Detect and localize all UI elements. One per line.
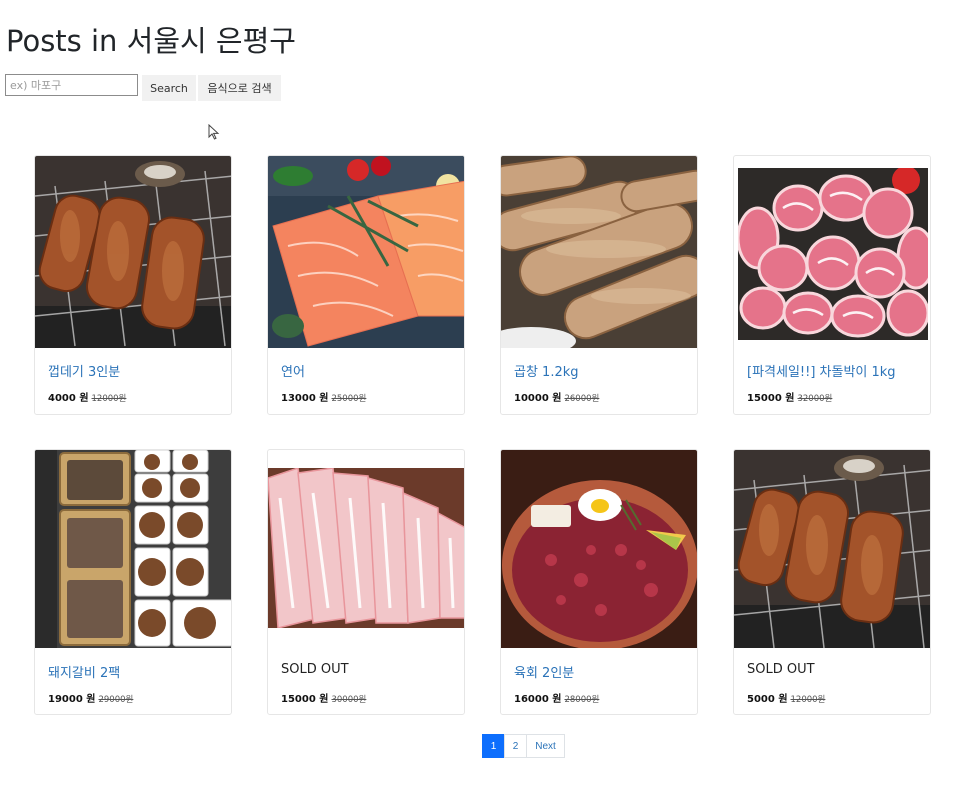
post-title[interactable]: 돼지갈비 2팩 bbox=[48, 662, 120, 681]
price-row: 15000 원 30000원 bbox=[281, 690, 366, 705]
price-row: 10000 원 26000원 bbox=[514, 389, 599, 404]
post-title[interactable]: SOLD OUT bbox=[281, 662, 349, 677]
post-card[interactable]: 돼지갈비 2팩 19000 원 29000원 bbox=[34, 449, 232, 715]
post-image[interactable] bbox=[501, 156, 697, 348]
sale-price: 5000 원 bbox=[747, 694, 788, 705]
sale-price: 13000 원 bbox=[281, 393, 329, 404]
post-card[interactable]: [파격세일!!] 차돌박이 1kg 15000 원 32000원 bbox=[733, 155, 931, 415]
post-title[interactable]: 곱창 1.2kg bbox=[514, 361, 579, 380]
original-price: 32000원 bbox=[797, 394, 833, 404]
price-row: 16000 원 28000원 bbox=[514, 690, 599, 705]
sale-price: 16000 원 bbox=[514, 694, 562, 705]
food-search-button[interactable]: 음식으로 검색 bbox=[198, 75, 281, 101]
sale-price: 10000 원 bbox=[514, 393, 562, 404]
post-image[interactable] bbox=[738, 168, 928, 340]
post-card[interactable]: 곱창 1.2kg 10000 원 26000원 bbox=[500, 155, 698, 415]
original-price: 12000원 bbox=[91, 394, 127, 404]
price-row: 15000 원 32000원 bbox=[747, 389, 832, 404]
post-card[interactable]: 육회 2인분 16000 원 28000원 bbox=[500, 449, 698, 715]
arrow-cursor-icon bbox=[208, 124, 220, 140]
page-1-link[interactable]: 1 bbox=[482, 734, 505, 758]
price-row: 19000 원 29000원 bbox=[48, 690, 133, 705]
sale-price: 15000 원 bbox=[281, 694, 329, 705]
sale-price: 19000 원 bbox=[48, 694, 96, 705]
post-image[interactable] bbox=[35, 156, 231, 348]
price-row: 5000 원 12000원 bbox=[747, 690, 825, 705]
post-image[interactable] bbox=[268, 468, 464, 628]
original-price: 25000원 bbox=[331, 394, 367, 404]
post-title[interactable]: [파격세일!!] 차돌박이 1kg bbox=[747, 361, 896, 380]
next-page-link[interactable]: Next bbox=[526, 734, 565, 758]
original-price: 29000원 bbox=[98, 695, 134, 705]
original-price: 12000원 bbox=[790, 695, 826, 705]
search-button[interactable]: Search bbox=[142, 75, 196, 101]
post-title[interactable]: SOLD OUT bbox=[747, 662, 815, 677]
page-title: Posts in 서울시 은평구 bbox=[6, 24, 296, 58]
post-image[interactable] bbox=[734, 450, 930, 648]
page-2-link[interactable]: 2 bbox=[504, 734, 527, 758]
pagination: 1 2 Next bbox=[482, 734, 565, 758]
post-card[interactable]: 연어 13000 원 25000원 bbox=[267, 155, 465, 415]
post-title[interactable]: 껍데기 3인분 bbox=[48, 361, 120, 380]
post-title[interactable]: 육회 2인분 bbox=[514, 662, 574, 681]
post-image[interactable] bbox=[35, 450, 231, 648]
post-title[interactable]: 연어 bbox=[281, 361, 305, 380]
post-card[interactable]: SOLD OUT 5000 원 12000원 bbox=[733, 449, 931, 715]
price-row: 4000 원 12000원 bbox=[48, 389, 126, 404]
original-price: 26000원 bbox=[564, 394, 600, 404]
post-card[interactable]: 껍데기 3인분 4000 원 12000원 bbox=[34, 155, 232, 415]
search-input[interactable] bbox=[5, 74, 138, 96]
post-image[interactable] bbox=[501, 450, 697, 648]
post-image[interactable] bbox=[268, 156, 464, 348]
original-price: 30000원 bbox=[331, 695, 367, 705]
price-row: 13000 원 25000원 bbox=[281, 389, 366, 404]
sale-price: 15000 원 bbox=[747, 393, 795, 404]
post-card[interactable]: SOLD OUT 15000 원 30000원 bbox=[267, 449, 465, 715]
original-price: 28000원 bbox=[564, 695, 600, 705]
sale-price: 4000 원 bbox=[48, 393, 89, 404]
